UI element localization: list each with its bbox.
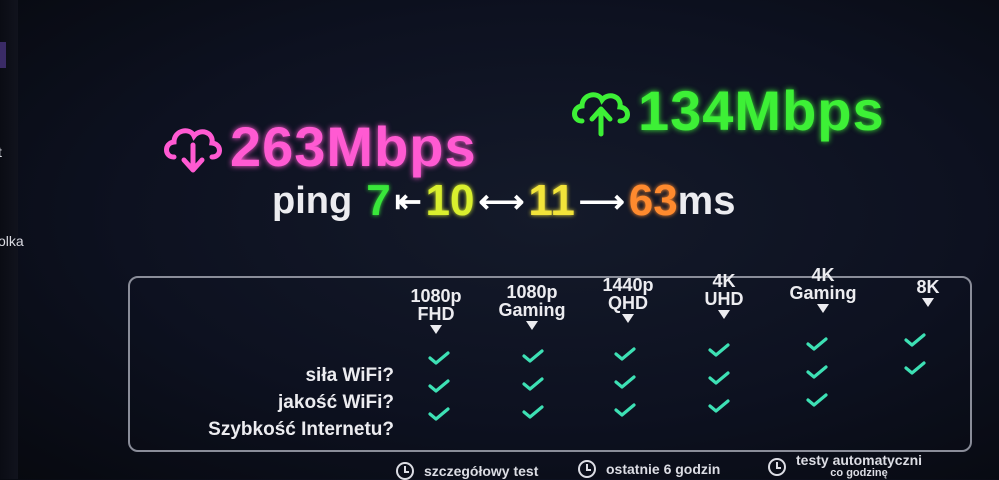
cloud-upload-icon (572, 91, 630, 136)
checkmark-icon (806, 365, 828, 379)
checkmark-icon (806, 393, 828, 407)
sidebar-active-indicator (0, 42, 6, 68)
checkmark-icon (428, 351, 450, 365)
speedometer-icon (396, 462, 414, 480)
history-icon (578, 460, 596, 478)
cloud-download-icon (164, 127, 222, 172)
checkmark-icon (806, 337, 828, 351)
ping-value: 11 (528, 176, 575, 225)
row-label: jakość WiFi? (278, 392, 394, 413)
ping-arrow-icon: ⟷ (478, 183, 525, 219)
ping-label: ping (272, 179, 353, 222)
ping-value-max: 63 (628, 176, 678, 225)
last-6-hours-button[interactable]: ostatnie 6 godzin (578, 460, 720, 478)
column-header: 1080p FHD (396, 287, 476, 334)
column-header: 4K Gaming (783, 266, 863, 313)
checkmark-icon (614, 375, 636, 389)
ping-value-min: 7 (366, 176, 391, 225)
column-header: 1080p Gaming (492, 283, 572, 330)
column-header: 1440p QHD (588, 276, 668, 323)
clock-icon (768, 458, 786, 476)
checkmark-icon (904, 361, 926, 375)
upload-speed-value: 134Mbps (638, 79, 885, 142)
sidebar-item-label[interactable]: t (0, 144, 2, 160)
column-header: 4K UHD (684, 272, 764, 319)
last-6-hours-label: ostatnie 6 godzin (606, 461, 721, 477)
speed-results: 263Mbps 134Mbps (160, 78, 990, 178)
ping-row: ping 7 ⇤ 10 ⟷ 11 ⟶ 63 ms (272, 176, 735, 226)
checkmark-icon (522, 349, 544, 363)
upload-speed: 134Mbps (568, 78, 885, 143)
ping-unit: ms (677, 178, 736, 223)
row-label: Szybkość Internetu? (208, 419, 394, 440)
checkmark-icon (708, 371, 730, 385)
detailed-test-button[interactable]: szczegółowy test (396, 462, 538, 480)
checkmark-icon (614, 347, 636, 361)
download-speed: 263Mbps (160, 114, 477, 179)
checkmark-icon (522, 377, 544, 391)
column-header: 8K (888, 278, 968, 307)
auto-tests-label: testy automatyczni (796, 452, 923, 468)
row-label: siła WiFi? (305, 365, 394, 386)
checkmark-icon (904, 333, 926, 347)
download-speed-value: 263Mbps (230, 115, 477, 178)
ping-value: 10 (425, 176, 475, 225)
checkmark-icon (708, 343, 730, 357)
footer: szczegółowy test ostatnie 6 godzin testy… (0, 452, 999, 480)
checkmark-icon (614, 403, 636, 417)
auto-tests-sublabel: co godzinę (830, 467, 888, 479)
checkmark-icon (428, 407, 450, 421)
checkmark-icon (708, 399, 730, 413)
ping-arrow-icon: ⇤ (394, 183, 422, 219)
checkmark-icon (428, 379, 450, 393)
checkmark-icon (522, 405, 544, 419)
sidebar-item-label[interactable]: olka (0, 233, 24, 249)
ping-arrow-icon: ⟶ (578, 183, 625, 219)
detailed-test-label: szczegółowy test (424, 463, 539, 479)
auto-tests-button[interactable]: testy automatyczni co godzinę (768, 452, 923, 480)
